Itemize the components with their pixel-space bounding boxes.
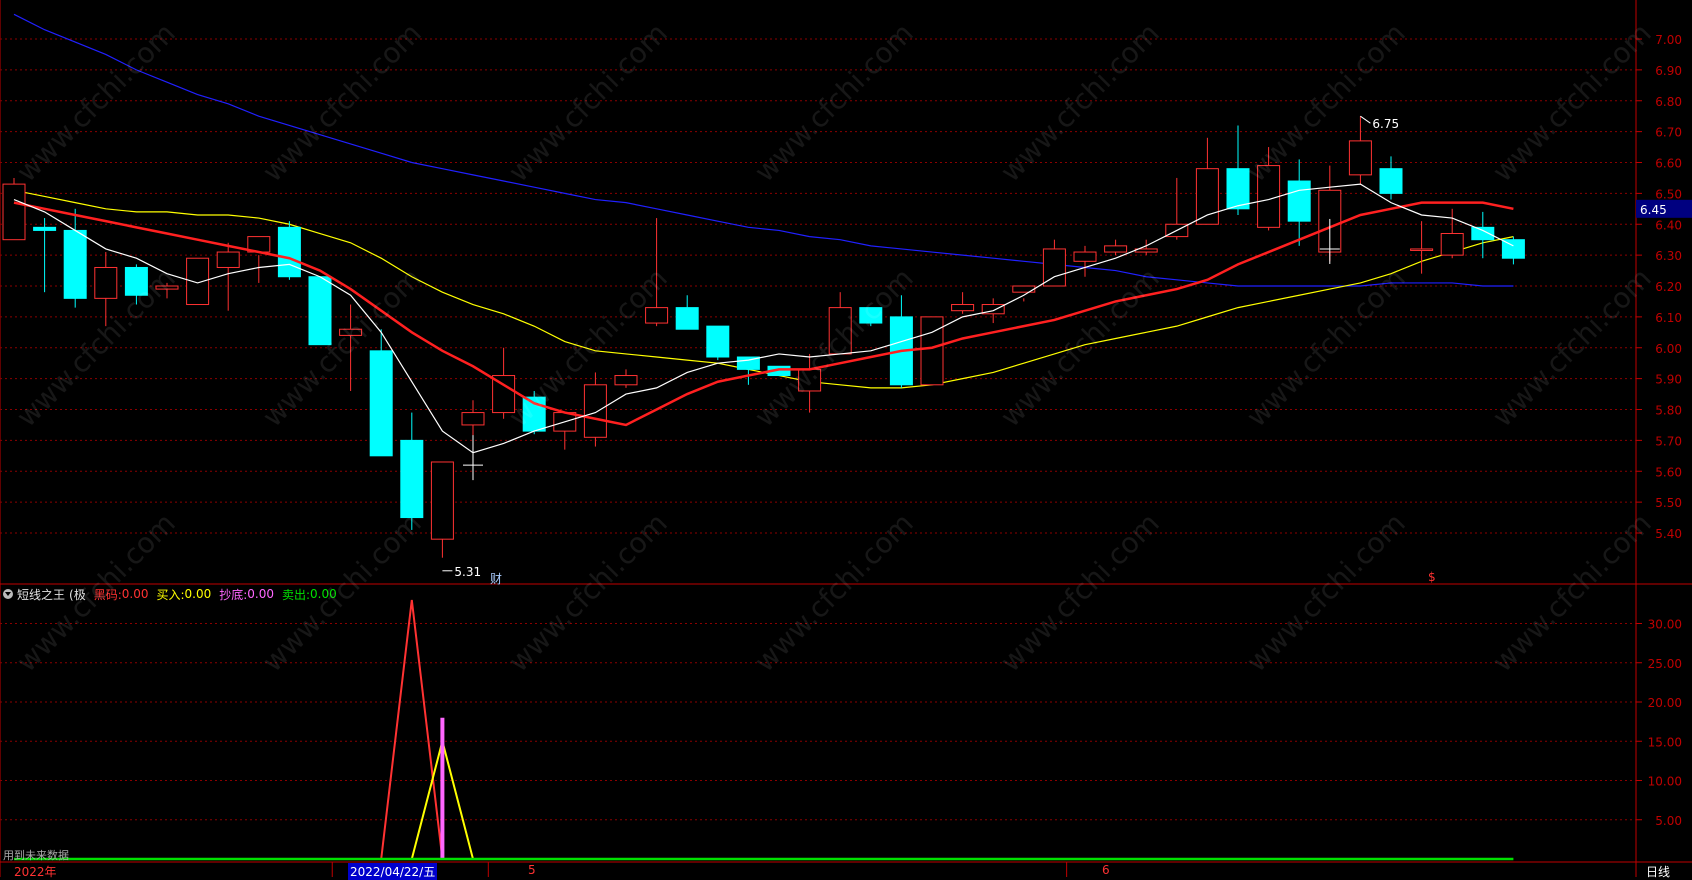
candle-body: [1379, 168, 1403, 194]
indicator-item-2-label: 抄底:: [219, 587, 248, 602]
candle-body: [1471, 226, 1495, 241]
price-tick-label: 6.00: [1655, 342, 1682, 356]
candle-body: [63, 229, 87, 299]
indicator-name-suffix: (极: [69, 587, 86, 602]
price-tick-label: 5.90: [1655, 373, 1682, 387]
year-label: 2022年: [14, 865, 57, 879]
sub-tick-label: 15.00: [1648, 735, 1682, 749]
month-5-label: 5: [528, 863, 536, 877]
period-label[interactable]: 日线: [1646, 863, 1670, 880]
candle-body: [277, 226, 301, 278]
low-label: 5.31: [454, 565, 481, 579]
indicator-item-2-value: 0.00: [247, 587, 274, 601]
indicator-name[interactable]: 短线之王: [17, 586, 65, 603]
candle-body: [155, 285, 179, 290]
candle: [859, 307, 883, 327]
candle-body: [369, 350, 393, 457]
candle-body: [186, 257, 210, 306]
candle-body: [430, 461, 454, 540]
indicator-item-0-value: 0.00: [121, 587, 149, 601]
price-tick-label: 6.30: [1655, 249, 1682, 263]
indicator-item-3-label: 卖出:: [282, 587, 311, 602]
cai-marker: 财: [490, 572, 503, 586]
price-tick-label: 6.80: [1655, 95, 1682, 109]
price-tick-label: 6.90: [1655, 64, 1682, 78]
candle-body: [951, 304, 975, 312]
candle-body: [1226, 168, 1250, 210]
indicator-item-3-value: 0.00: [310, 587, 337, 601]
candle-body: [706, 325, 730, 358]
candle-body: [308, 276, 332, 346]
price-tick-label: 6.70: [1655, 126, 1682, 140]
indicator-item-1-label: 买入:: [156, 587, 185, 602]
candle: [2, 177, 26, 241]
sub-tick-label: 20.00: [1648, 696, 1682, 710]
candle-body: [1410, 248, 1434, 251]
candle-body: [614, 375, 638, 386]
candle-body: [1440, 233, 1464, 256]
stock-chart[interactable]: 7.00 6.90 6.80 6.70 6.60 6.50 6.40 6.30 6.20 6.10…: [0, 0, 1692, 877]
s-marker: $: [1428, 570, 1436, 584]
candle-body: [400, 439, 424, 519]
current-price-label: 6.45: [1640, 203, 1667, 217]
collapse-circle-icon[interactable]: [3, 589, 13, 599]
sub-tick-label: 30.00: [1648, 618, 1682, 632]
candle-body: [339, 328, 363, 336]
price-tick-label: 6.60: [1655, 157, 1682, 171]
high-label: 6.75: [1372, 117, 1399, 131]
candle-body: [1195, 168, 1219, 225]
candle-body: [216, 251, 240, 268]
price-tick-label: 6.10: [1655, 311, 1682, 325]
candle-body: [124, 266, 148, 296]
candle-body: [2, 183, 26, 241]
candle: [186, 257, 210, 306]
candle-body: [94, 266, 118, 299]
candle-body: [828, 307, 852, 355]
overlay-text: 用到未来数据: [3, 849, 69, 862]
candle-body: [1104, 245, 1128, 253]
sub-tick-label: 25.00: [1648, 657, 1682, 671]
price-tick-label: 5.80: [1655, 404, 1682, 418]
price-tick-label: 5.60: [1655, 465, 1682, 479]
indicator-item-0-label: 黑码:: [93, 587, 122, 602]
candle: [920, 316, 944, 386]
candle-body: [675, 307, 699, 330]
candle-body: [1073, 251, 1097, 262]
price-tick-label: 7.00: [1655, 33, 1682, 47]
sub-tick-label: 10.00: [1648, 775, 1682, 789]
date-label: 2022/04/22/五: [348, 863, 438, 880]
price-tick-label: 5.70: [1655, 434, 1682, 448]
candle-body: [798, 368, 822, 392]
candle-body: [1348, 140, 1372, 176]
price-tick-label: 6.50: [1655, 187, 1682, 201]
sub-tick-label: 5.00: [1655, 814, 1682, 828]
candle-body: [859, 307, 883, 324]
candle: [706, 325, 730, 361]
price-tick-label: 5.50: [1655, 496, 1682, 510]
price-tick-label: 6.20: [1655, 280, 1682, 294]
candle: [277, 221, 301, 280]
candle-body: [920, 316, 944, 386]
candle-body: [461, 412, 485, 426]
indicator-header: 短线之王 (极 黑码: 0.00 买入: 0.00 抄底: 0.00 卖出: 0.00: [0, 584, 341, 604]
candle-body: [1257, 165, 1281, 228]
price-tick-label: 5.40: [1655, 527, 1682, 541]
candle-body: [33, 226, 57, 231]
candle-body: [645, 307, 669, 324]
candle-body: [1042, 248, 1066, 287]
price-tick-label: 6.40: [1655, 218, 1682, 232]
candle: [308, 276, 332, 346]
candle-body: [583, 384, 607, 438]
indicator-item-1-value: 0.00: [184, 587, 212, 601]
month-6-label: 6: [1102, 863, 1110, 877]
candle-body: [1287, 180, 1311, 222]
